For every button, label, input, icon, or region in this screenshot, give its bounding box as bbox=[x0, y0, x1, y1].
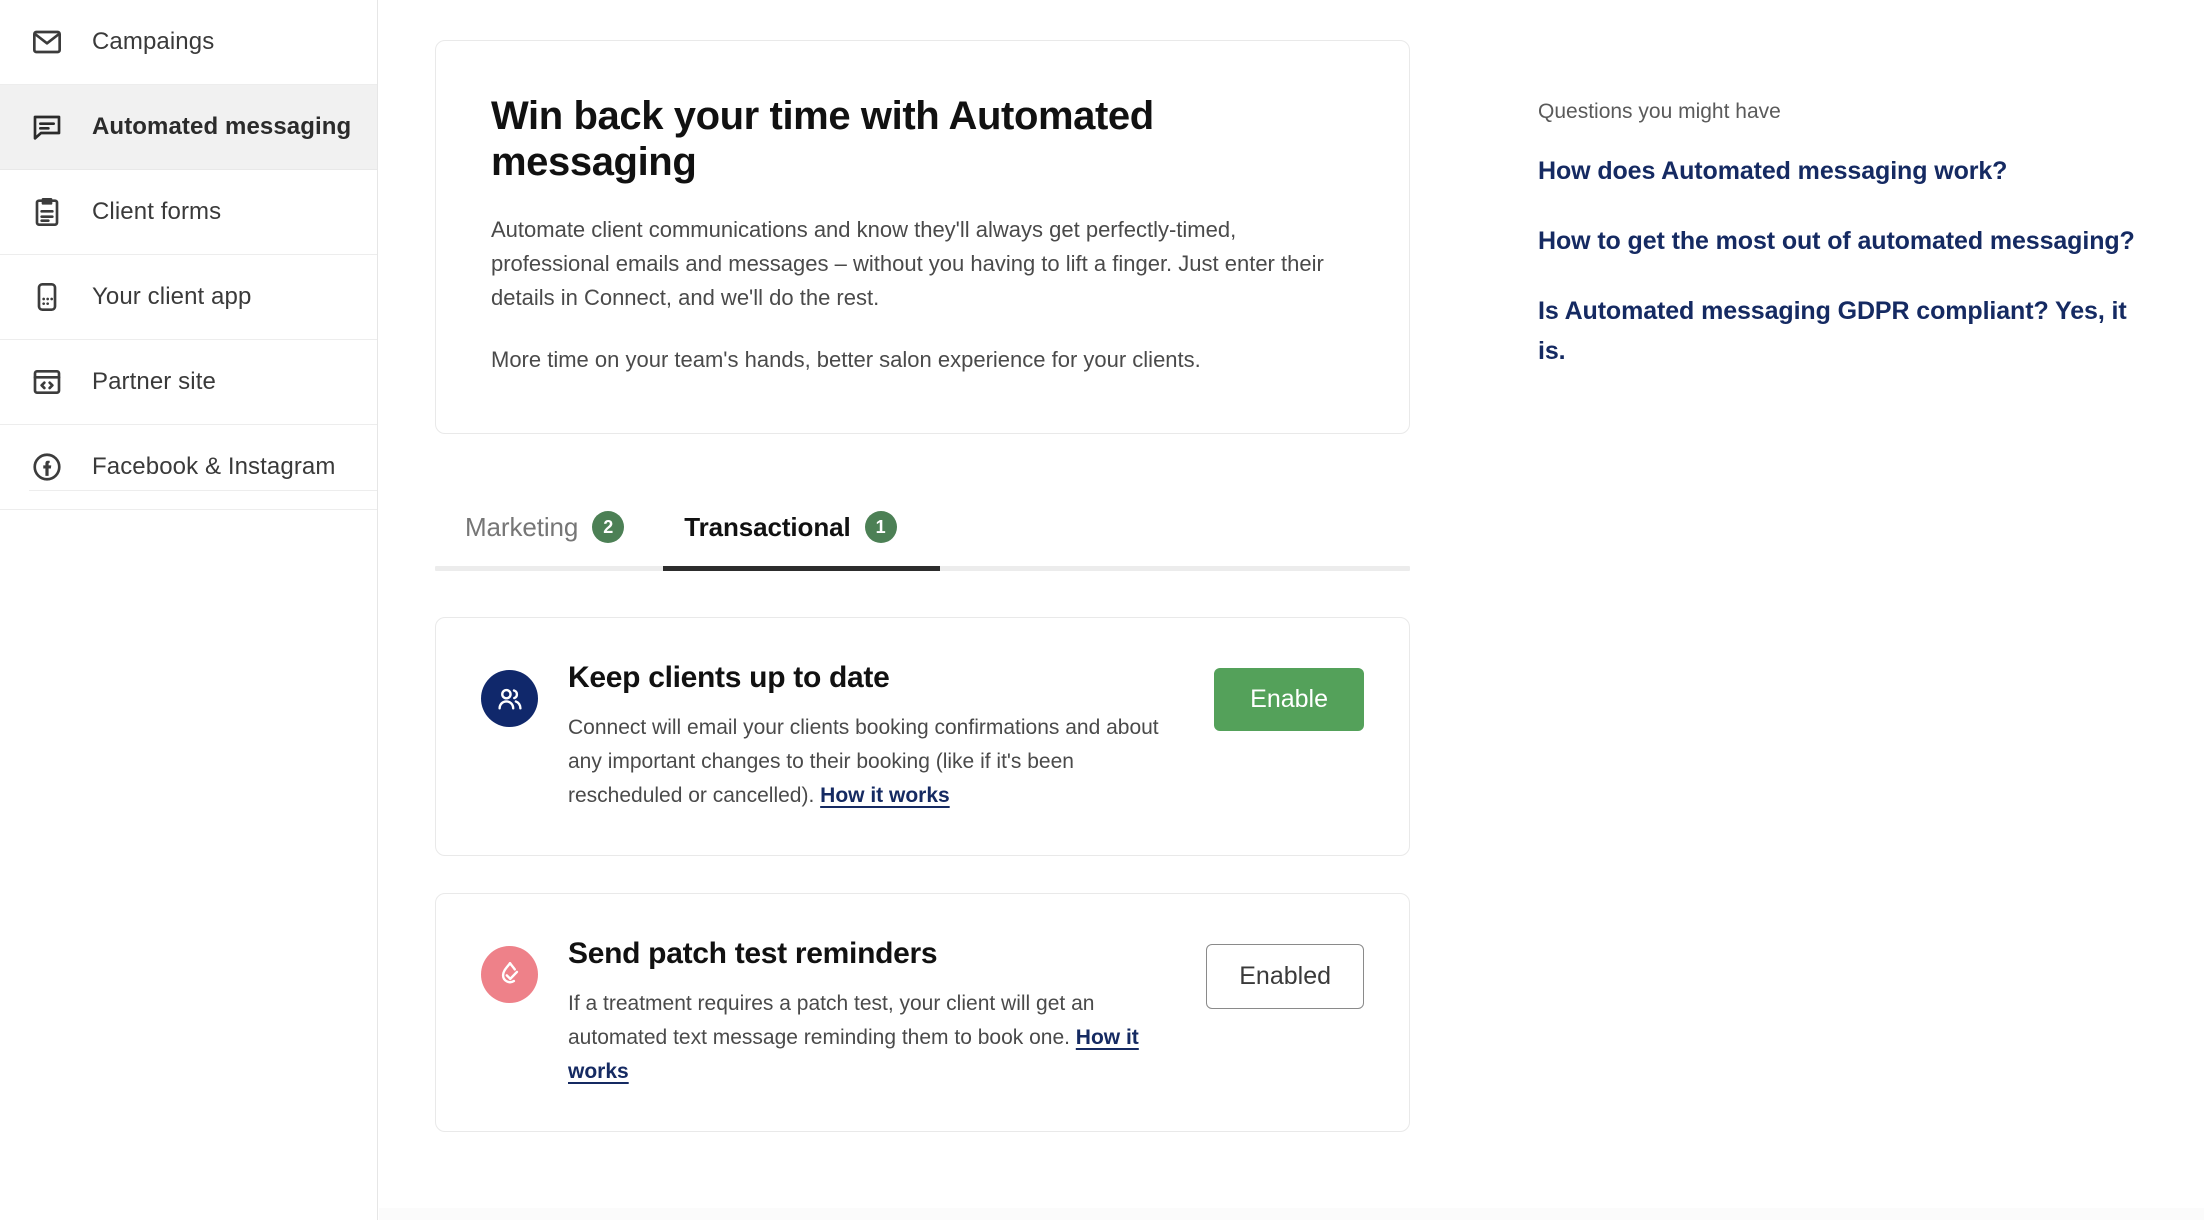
tab-label: Marketing bbox=[465, 511, 579, 542]
mobile-app-icon bbox=[29, 279, 65, 315]
sidebar-item-label: Facebook & Instagram bbox=[92, 453, 336, 480]
sidebar-item-label: Partner site bbox=[92, 368, 216, 395]
how-it-works-link[interactable]: How it works bbox=[820, 784, 950, 807]
feature-body: Keep clients up to date Connect will ema… bbox=[568, 660, 1186, 813]
enabled-button[interactable]: Enabled bbox=[1206, 944, 1364, 1009]
facebook-icon bbox=[29, 449, 65, 485]
feature-card-send-patch-test-reminders: Send patch test reminders If a treatment… bbox=[435, 893, 1410, 1132]
envelope-icon bbox=[29, 24, 65, 60]
app-root: Campaings Automated messaging Client for… bbox=[0, 0, 2204, 1220]
feature-action: Enabled bbox=[1178, 936, 1364, 1009]
page-title: Win back your time with Automated messag… bbox=[491, 94, 1154, 184]
hero-paragraph-1: Automate client communications and know … bbox=[491, 217, 1324, 310]
rail-heading: Questions you might have bbox=[1538, 100, 1781, 123]
hero-card: Win back your time with Automated messag… bbox=[435, 40, 1410, 434]
feature-card-keep-clients-up-to-date: Keep clients up to date Connect will ema… bbox=[435, 617, 1410, 856]
tab-transactional[interactable]: Transactional 1 bbox=[654, 494, 926, 560]
droplet-check-icon bbox=[481, 946, 538, 1003]
sidebar-item-your-client-app[interactable]: Your client app bbox=[0, 255, 377, 340]
sidebar-item-label: Campaings bbox=[92, 28, 215, 55]
feature-title: Send patch test reminders bbox=[568, 937, 938, 970]
question-link-3[interactable]: Is Automated messaging GDPR compliant? Y… bbox=[1538, 291, 2138, 371]
tab-label: Transactional bbox=[684, 511, 851, 542]
people-icon bbox=[481, 670, 538, 727]
feature-body: Send patch test reminders If a treatment… bbox=[568, 936, 1178, 1089]
tabs: Marketing 2 Transactional 1 bbox=[435, 494, 1410, 580]
tab-marketing[interactable]: Marketing 2 bbox=[435, 494, 654, 560]
question-link-1[interactable]: How does Automated messaging work? bbox=[1538, 151, 2138, 191]
sidebar-divider bbox=[29, 490, 377, 491]
tab-badge-count: 1 bbox=[864, 511, 897, 543]
sidebar-item-label: Your client app bbox=[92, 283, 252, 310]
sidebar-item-partner-site[interactable]: Partner site bbox=[0, 340, 377, 425]
clipboard-icon bbox=[29, 194, 65, 230]
enable-button[interactable]: Enable bbox=[1214, 668, 1364, 731]
questions-rail: Questions you might have How does Automa… bbox=[1538, 98, 2138, 371]
question-link-2[interactable]: How to get the most out of automated mes… bbox=[1538, 221, 2138, 261]
sidebar-item-label: Automated messaging bbox=[92, 113, 352, 140]
chat-bubble-icon bbox=[29, 109, 65, 145]
main-content: Win back your time with Automated messag… bbox=[435, 0, 1410, 1132]
sidebar-item-campaigns[interactable]: Campaings bbox=[0, 0, 377, 85]
hero-paragraph-2: More time on your team's hands, better s… bbox=[491, 347, 1201, 372]
sidebar-item-facebook-instagram[interactable]: Facebook & Instagram bbox=[0, 425, 377, 510]
code-window-icon bbox=[29, 364, 65, 400]
sidebar-item-client-forms[interactable]: Client forms bbox=[0, 170, 377, 255]
tab-active-indicator bbox=[663, 566, 940, 571]
feature-description: Connect will email your clients booking … bbox=[568, 711, 1186, 813]
page-bottom-band bbox=[379, 1208, 2204, 1220]
sidebar-item-label: Client forms bbox=[92, 198, 222, 225]
sidebar-item-automated-messaging[interactable]: Automated messaging bbox=[0, 85, 377, 170]
feature-title: Keep clients up to date bbox=[568, 661, 890, 694]
sidebar: Campaings Automated messaging Client for… bbox=[0, 0, 378, 1220]
feature-action: Enable bbox=[1186, 660, 1364, 731]
tab-badge-count: 2 bbox=[592, 511, 625, 543]
feature-description: If a treatment requires a patch test, yo… bbox=[568, 987, 1178, 1089]
feature-description-text: If a treatment requires a patch test, yo… bbox=[568, 992, 1095, 1049]
